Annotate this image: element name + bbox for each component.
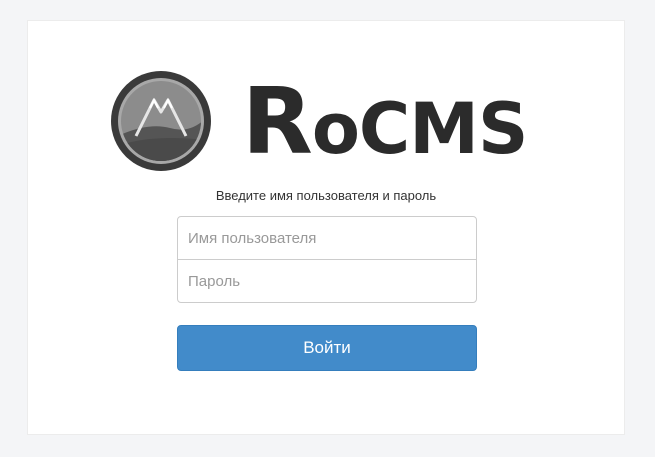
login-prompt: Введите имя пользователя и пароль <box>215 188 437 203</box>
brand-logo: RoCMS <box>110 70 550 174</box>
login-card: RoCMS Введите имя пользователя и пароль … <box>27 20 625 435</box>
username-input[interactable] <box>177 216 477 260</box>
mountain-circle-icon <box>111 71 211 171</box>
credentials-group <box>177 216 477 303</box>
login-button[interactable]: Войти <box>177 325 477 371</box>
brand-name-rest: oCMS <box>311 88 529 170</box>
password-input[interactable] <box>177 259 477 303</box>
brand-name: RoCMS <box>242 74 529 171</box>
brand-name-initial: R <box>242 68 313 175</box>
